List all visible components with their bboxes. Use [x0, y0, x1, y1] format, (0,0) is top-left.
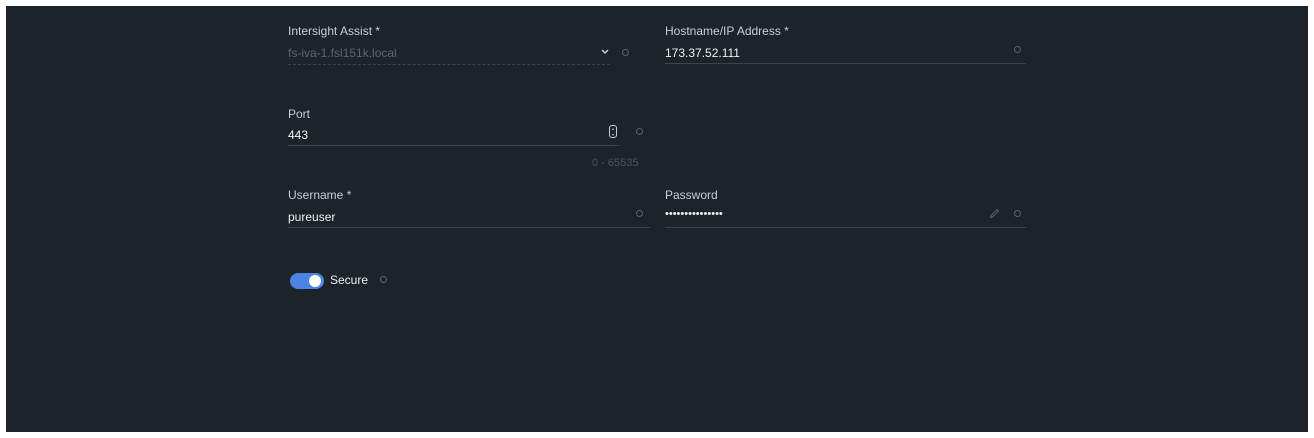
secure-toggle-knob	[309, 275, 321, 287]
intersight-assist-select[interactable]: fs-iva-1.fsl151k.local	[288, 46, 397, 60]
hostname-info-icon[interactable]	[1014, 46, 1021, 53]
password-label: Password	[665, 188, 718, 202]
port-range-hint: 0 - 65535	[592, 157, 639, 169]
hostname-input[interactable]: 173.37.52.111	[665, 46, 740, 60]
hostname-underline	[665, 63, 1026, 64]
secure-info-icon[interactable]	[380, 276, 387, 283]
port-info-icon[interactable]	[636, 128, 643, 135]
port-label: Port	[288, 107, 311, 121]
port-underline	[288, 145, 620, 146]
port-stepper-icon[interactable]	[609, 125, 617, 138]
intersight-assist-info-icon[interactable]	[622, 49, 629, 56]
hostname-label: Hostname/IP Address *	[665, 24, 789, 38]
chevron-down-icon[interactable]	[601, 49, 609, 55]
password-underline	[665, 227, 1026, 228]
secure-label: Secure	[330, 273, 369, 287]
form-panel: Intersight Assist * fs-iva-1.fsl151k.loc…	[6, 6, 1308, 432]
password-input[interactable]: •••••••••••••••	[665, 208, 723, 220]
username-label: Username *	[288, 188, 352, 202]
username-info-icon[interactable]	[636, 210, 643, 217]
secure-toggle[interactable]	[290, 273, 324, 289]
pencil-icon[interactable]	[989, 208, 1000, 219]
username-underline	[288, 227, 650, 228]
port-input[interactable]: 443	[288, 128, 308, 142]
password-info-icon[interactable]	[1014, 210, 1021, 217]
username-input[interactable]: pureuser	[288, 210, 335, 224]
intersight-assist-underline	[288, 64, 610, 65]
intersight-assist-label: Intersight Assist *	[288, 24, 381, 38]
